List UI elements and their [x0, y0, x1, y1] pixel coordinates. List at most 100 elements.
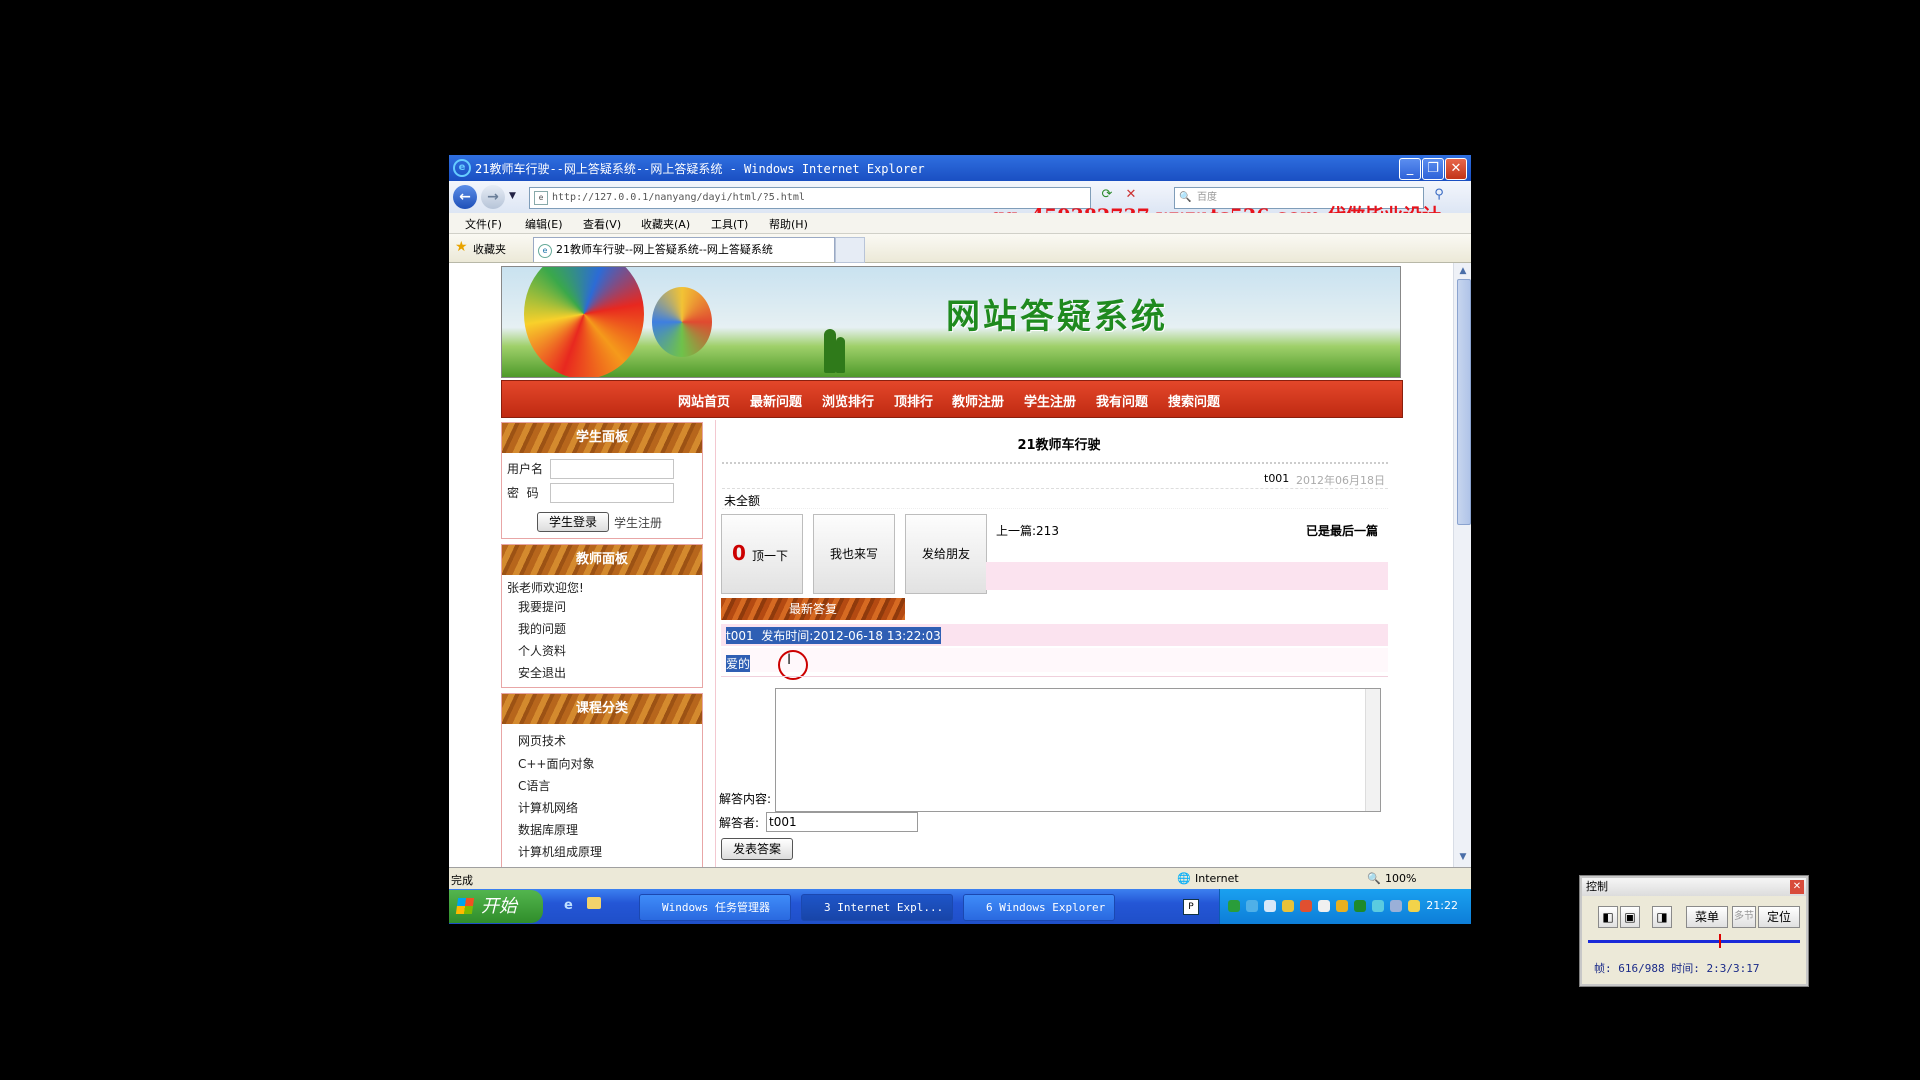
task-windows-explorer[interactable]: 6 Windows Explorer	[963, 894, 1115, 921]
write-too-button[interactable]: 我也来写	[813, 514, 895, 594]
course-item[interactable]: 数据库原理	[518, 821, 578, 838]
task-label: 6 Windows Explorer	[986, 901, 1106, 914]
frame-info: 帧: 616/988 时间: 2:3/3:17	[1594, 962, 1760, 975]
answerer-input[interactable]: t001	[766, 812, 918, 832]
answer-content-textarea[interactable]	[775, 688, 1381, 812]
scroll-thumb[interactable]	[1457, 279, 1471, 525]
tray-icon[interactable]	[1318, 900, 1330, 912]
teacher-item-my-questions[interactable]: 我的问题	[518, 620, 566, 637]
nav-teacher-register[interactable]: 教师注册	[952, 391, 1004, 410]
teacher-panel-heading: 教师面板	[502, 545, 702, 575]
tray-icon[interactable]	[1264, 900, 1276, 912]
task-internet-explorer[interactable]: 3 Internet Expl...	[801, 894, 953, 921]
course-item[interactable]: 计算机网络	[518, 799, 578, 816]
scroll-up-icon[interactable]: ▲	[1457, 265, 1469, 277]
nav-student-register[interactable]: 学生注册	[1024, 391, 1076, 410]
username-input[interactable]	[550, 459, 674, 479]
divider	[722, 462, 1388, 464]
playback-track[interactable]	[1588, 934, 1800, 948]
nav-vote-rank[interactable]: 顶排行	[894, 391, 933, 410]
teacher-item-ask[interactable]: 我要提问	[518, 598, 566, 615]
answer-meta: t001 发布时间:2012-06-18 13:22:03	[726, 627, 941, 644]
stop-icon[interactable]: ▣	[1620, 906, 1640, 928]
control-panel: 控制 ✕ ◧ ▣ ◨ 菜单 多节 帧: 616/988 时间: 2:3/3:17…	[1579, 875, 1809, 987]
nav-search[interactable]: 搜索问题	[1168, 391, 1220, 410]
history-dropdown-icon[interactable]: ▼	[509, 191, 516, 201]
zoom-level[interactable]: 100%	[1385, 872, 1416, 885]
nav-home[interactable]: 网站首页	[678, 391, 730, 410]
next-post-text: 已是最后一篇	[1306, 524, 1379, 538]
taskbar: 开始 e Windows 任务管理器 3 Internet Expl... 6 …	[449, 889, 1471, 924]
scroll-down-icon[interactable]: ▼	[1457, 851, 1469, 863]
student-login-button[interactable]: 学生登录	[537, 512, 609, 532]
submit-answer-button[interactable]: 发表答案	[721, 838, 793, 860]
textarea-scrollbar[interactable]	[1365, 689, 1380, 811]
forward-button[interactable]: →	[481, 185, 505, 209]
course-item[interactable]: 计算机组成原理	[518, 843, 602, 860]
tab-current[interactable]: e 21教师车行驶--网上答疑系统--网上答疑系统	[533, 237, 835, 262]
share-button[interactable]: 发给朋友	[905, 514, 987, 594]
course-item[interactable]: C++面向对象	[518, 755, 595, 772]
vote-button[interactable]: 0 顶一下	[721, 514, 803, 594]
shield-icon[interactable]	[1408, 900, 1420, 912]
menu-edit[interactable]: 编辑(E)	[525, 216, 563, 232]
nav-latest[interactable]: 最新问题	[750, 391, 802, 410]
nav-views-rank[interactable]: 浏览排行	[822, 391, 874, 410]
window-title: 21教师车行驶--网上答疑系统--网上答疑系统 - Windows Intern…	[475, 162, 925, 176]
start-button[interactable]: 开始	[449, 890, 543, 923]
prev-frame-icon[interactable]: ◧	[1598, 906, 1618, 928]
task-task-manager[interactable]: Windows 任务管理器	[639, 894, 791, 921]
ie-icon: e	[453, 159, 471, 177]
menu-tools[interactable]: 工具(T)	[711, 216, 748, 232]
page-scrollbar[interactable]: ▲ ▼	[1453, 263, 1471, 867]
menu-button[interactable]: 菜单	[1686, 906, 1728, 928]
teacher-item-logout[interactable]: 安全退出	[518, 664, 566, 681]
tray-icon[interactable]	[1228, 900, 1240, 912]
tray-icon[interactable]	[1336, 900, 1348, 912]
tray-icon[interactable]	[1390, 900, 1402, 912]
multi-section-button[interactable]: 多节	[1732, 906, 1756, 928]
tray-icon[interactable]	[1246, 900, 1258, 912]
close-button[interactable]: ✕	[1445, 158, 1467, 180]
menu-file[interactable]: 文件(F)	[465, 216, 502, 232]
favorites-button[interactable]: 收藏夹	[473, 241, 506, 257]
answer-text: 爱的	[726, 655, 751, 672]
tray-icon[interactable]	[1354, 900, 1366, 912]
minimize-button[interactable]: _	[1399, 158, 1421, 180]
nav-ask[interactable]: 我有问题	[1096, 391, 1148, 410]
quicklaunch-ie-icon[interactable]: e	[564, 898, 573, 913]
balloon-image	[524, 267, 644, 377]
tray-icon[interactable]	[1300, 900, 1312, 912]
start-label: 开始	[481, 896, 517, 917]
menu-view[interactable]: 查看(V)	[583, 216, 621, 232]
menu-favorites[interactable]: 收藏夹(A)	[641, 216, 690, 232]
tray-icon[interactable]	[1282, 900, 1294, 912]
course-item[interactable]: 网页技术	[518, 732, 566, 749]
password-input[interactable]	[550, 483, 674, 503]
locate-button[interactable]: 定位	[1758, 906, 1800, 928]
answerer-label: 解答者:	[719, 816, 760, 830]
course-item[interactable]: C语言	[518, 777, 550, 794]
question-body: 未全额	[724, 494, 761, 508]
new-tab-button[interactable]	[835, 237, 865, 263]
latest-answers-heading: 最新答复	[721, 598, 905, 620]
quicklaunch-folder-icon[interactable]	[587, 897, 601, 909]
address-text: http://127.0.0.1/nanyang/dayi/html/?5.ht…	[552, 192, 805, 203]
zoom-icon[interactable]: 🔍	[1367, 872, 1381, 885]
language-icon[interactable]: P	[1183, 899, 1199, 915]
ie-window: e 21教师车行驶--网上答疑系统--网上答疑系统 - Windows Inte…	[449, 155, 1471, 924]
site-banner: 网站答疑系统	[501, 266, 1401, 378]
restore-button[interactable]: ❐	[1422, 158, 1444, 180]
site-nav: 网站首页 最新问题 浏览排行 顶排行 教师注册 学生注册 我有问题 搜索问题	[501, 380, 1403, 418]
tray-icon[interactable]	[1372, 900, 1384, 912]
teacher-item-profile[interactable]: 个人资料	[518, 642, 566, 659]
address-toolbar: ← → ▼ e http://127.0.0.1/nanyang/dayi/ht…	[449, 181, 1471, 227]
prev-post-link[interactable]: 上一篇:213	[996, 522, 1059, 539]
close-icon[interactable]: ✕	[1790, 880, 1804, 894]
menu-help[interactable]: 帮助(H)	[769, 216, 808, 232]
next-frame-icon[interactable]: ◨	[1652, 906, 1672, 928]
student-register-link[interactable]: 学生注册	[614, 514, 662, 531]
back-button[interactable]: ←	[453, 185, 477, 209]
playback-marker[interactable]	[1719, 934, 1721, 948]
teacher-welcome: 张老师欢迎您!	[507, 581, 584, 595]
